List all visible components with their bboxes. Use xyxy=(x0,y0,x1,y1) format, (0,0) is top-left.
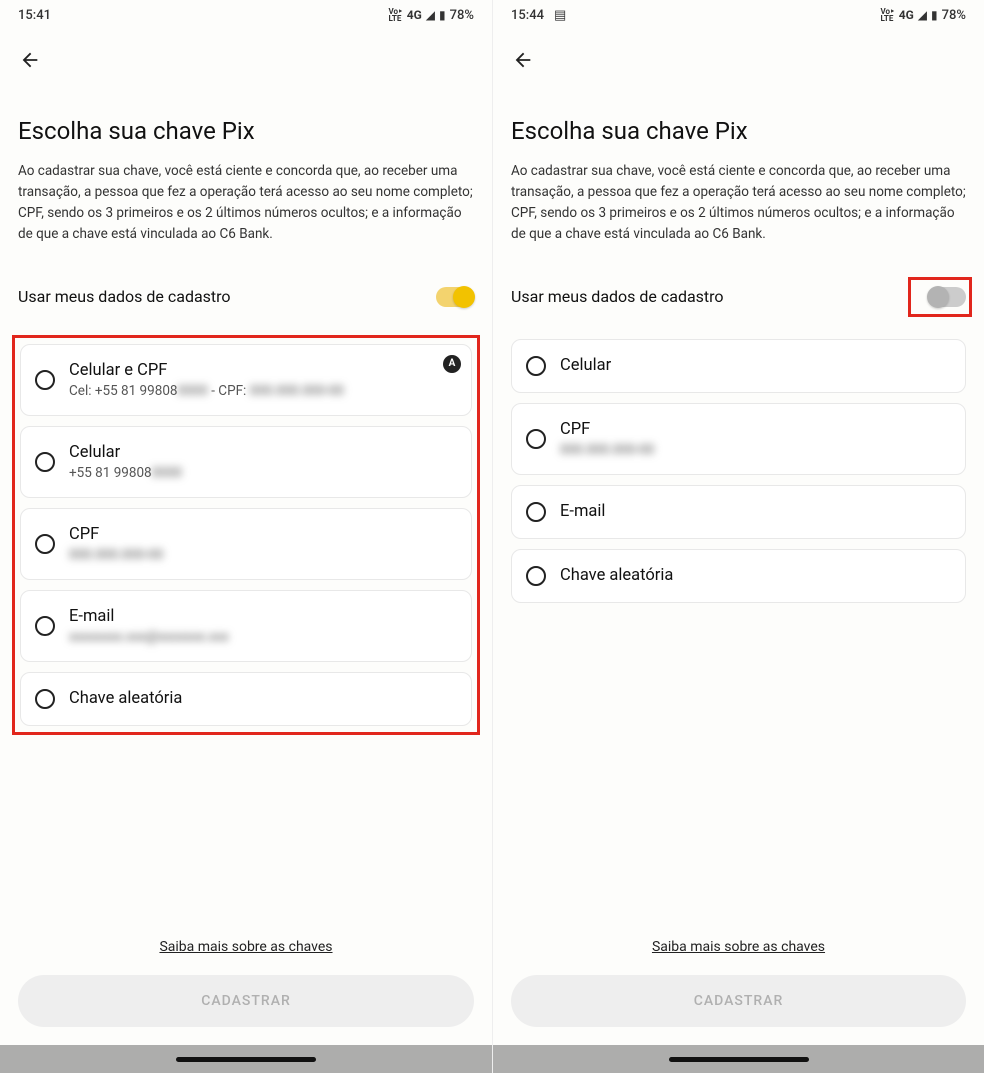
learn-more-link[interactable]: Saiba mais sobre as chaves xyxy=(159,939,332,955)
learn-more-link[interactable]: Saiba mais sobre as chaves xyxy=(652,939,825,955)
option-subtitle: Cel: +55 81 998080000 - CPF: 000.000.000… xyxy=(69,383,457,399)
badge-a: A xyxy=(443,355,461,373)
volte-icon: Vo‣LTE xyxy=(880,8,894,22)
radio-icon xyxy=(35,689,55,709)
option-celular[interactable]: Celular xyxy=(511,339,966,393)
option-celular-cpf[interactable]: Celular e CPF Cel: +55 81 998080000 - CP… xyxy=(20,344,472,416)
volte-icon: Vo‣LTE xyxy=(388,8,402,22)
option-subtitle: 000.000.000-00 xyxy=(69,547,457,563)
option-celular[interactable]: Celular +55 81 998080000 xyxy=(20,426,472,498)
status-time: 15:41 xyxy=(18,8,51,23)
nav-pill xyxy=(669,1057,809,1062)
signal-icon: ◢ xyxy=(426,8,435,22)
notification-message-icon: ▤ xyxy=(554,8,566,23)
radio-icon xyxy=(526,429,546,449)
network-label: 4G xyxy=(899,8,914,22)
status-bar: 15:44 ▤ Vo‣LTE 4G ◢ ▮ 78% xyxy=(493,0,984,30)
back-button[interactable] xyxy=(511,48,535,72)
radio-icon xyxy=(35,452,55,472)
use-my-data-toggle[interactable] xyxy=(436,287,474,307)
option-cpf[interactable]: CPF 000.000.000-00 xyxy=(20,508,472,580)
battery-icon: ▮ xyxy=(439,8,446,22)
register-button[interactable]: CADASTRAR xyxy=(511,975,966,1027)
option-subtitle: xxxxxxxx.xxx@xxxxxxx.xxx xyxy=(69,629,457,645)
signal-icon: ◢ xyxy=(918,8,927,22)
option-title: E-mail xyxy=(69,607,457,626)
option-title: Chave aleatória xyxy=(69,689,457,708)
register-button[interactable]: CADASTRAR xyxy=(18,975,474,1027)
option-title: CPF xyxy=(69,525,457,544)
option-email[interactable]: E-mail xyxy=(511,485,966,539)
network-label: 4G xyxy=(407,8,422,22)
option-title: Celular e CPF xyxy=(69,361,457,380)
radio-icon xyxy=(35,370,55,390)
battery-icon: ▮ xyxy=(931,8,938,22)
status-time: 15:44 xyxy=(511,8,544,23)
toggle-label: Usar meus dados de cadastro xyxy=(18,287,231,306)
radio-icon xyxy=(526,566,546,586)
android-nav-bar xyxy=(493,1045,984,1073)
option-title: Celular xyxy=(69,443,457,462)
radio-icon xyxy=(526,356,546,376)
battery-percent: 78% xyxy=(942,8,966,23)
option-title: CPF xyxy=(560,420,951,439)
option-cpf[interactable]: CPF 000.000.000-00 xyxy=(511,403,966,475)
toggle-label: Usar meus dados de cadastro xyxy=(511,287,724,306)
page-title: Escolha sua chave Pix xyxy=(511,117,966,145)
page-description: Ao cadastrar sua chave, você está ciente… xyxy=(511,161,966,245)
page-title: Escolha sua chave Pix xyxy=(18,117,474,145)
option-list: Celular CPF 000.000.000-00 E-mail xyxy=(511,339,966,603)
option-subtitle: 000.000.000-00 xyxy=(560,442,951,458)
arrow-left-icon xyxy=(19,49,41,71)
radio-icon xyxy=(35,534,55,554)
battery-percent: 78% xyxy=(450,8,474,23)
option-title: Celular xyxy=(560,356,951,375)
nav-pill xyxy=(176,1057,316,1062)
option-list: Celular e CPF Cel: +55 81 998080000 - CP… xyxy=(12,335,480,735)
arrow-left-icon xyxy=(512,49,534,71)
option-chave-aleatoria[interactable]: Chave aleatória xyxy=(20,672,472,726)
option-email[interactable]: E-mail xxxxxxxx.xxx@xxxxxxx.xxx xyxy=(20,590,472,662)
android-nav-bar xyxy=(0,1045,492,1073)
page-description: Ao cadastrar sua chave, você está ciente… xyxy=(18,161,474,245)
status-bar: 15:41 Vo‣LTE 4G ◢ ▮ 78% xyxy=(0,0,492,30)
option-subtitle: +55 81 998080000 xyxy=(69,465,457,481)
option-title: E-mail xyxy=(560,502,951,521)
radio-icon xyxy=(35,616,55,636)
option-chave-aleatoria[interactable]: Chave aleatória xyxy=(511,549,966,603)
option-title: Chave aleatória xyxy=(560,566,951,585)
radio-icon xyxy=(526,502,546,522)
use-my-data-toggle[interactable] xyxy=(928,287,966,307)
back-button[interactable] xyxy=(18,48,42,72)
